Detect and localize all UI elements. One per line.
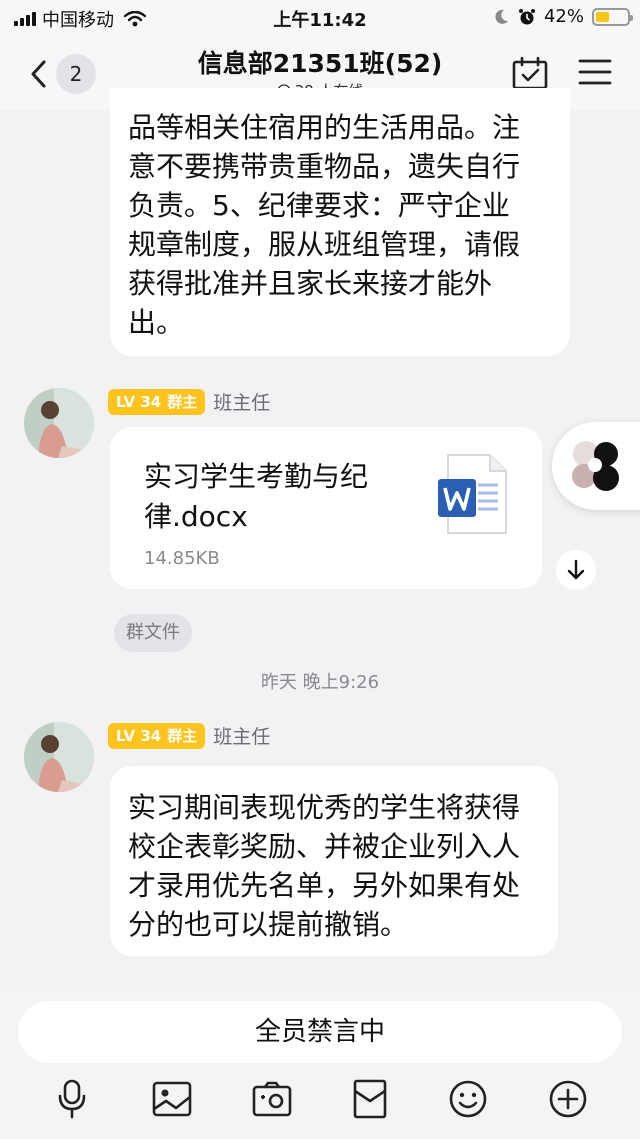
- message-line: 分的也可以提前撤销。: [128, 908, 409, 941]
- file-card[interactable]: 实习学生考勤与纪律.docx 14.85KB: [110, 427, 542, 589]
- plus-icon: [549, 1080, 587, 1118]
- level-badge: LV 34 群主: [108, 388, 206, 415]
- message-line: 才录用优先名单，另外如果有处: [128, 869, 521, 902]
- image-button[interactable]: [150, 1077, 194, 1121]
- more-button[interactable]: [546, 1077, 590, 1121]
- message-timestamp: 昨天 晚上9:26: [260, 672, 380, 693]
- avatar[interactable]: [24, 722, 94, 792]
- input-area: 全员禁言中: [0, 985, 640, 1139]
- avatar[interactable]: [24, 388, 94, 458]
- camera-icon: [252, 1081, 292, 1117]
- sender-info: LV 34 群主 班主任: [108, 388, 270, 415]
- image-icon: [152, 1081, 192, 1117]
- message-line: 品等相关住宿用的生活用品。注: [128, 111, 521, 144]
- red-packet-button[interactable]: [348, 1077, 392, 1121]
- assistant-icon: [572, 441, 619, 491]
- red-packet-icon: [353, 1079, 387, 1119]
- mic-icon: [58, 1079, 86, 1119]
- camera-button[interactable]: [250, 1077, 294, 1121]
- message-line: 意不要携带贵重物品，遗失自行: [128, 150, 521, 183]
- floating-assistant-button[interactable]: [552, 422, 640, 510]
- message-bubble-text[interactable]: 实习期间表现优秀的学生将获得 校企表彰奖励、并被企业列入人 才录用优先名单，另外…: [110, 766, 558, 956]
- emoji-icon: [449, 1080, 487, 1118]
- download-button[interactable]: [556, 550, 596, 590]
- moon-icon: [495, 9, 508, 24]
- avatar-photo: [24, 722, 94, 792]
- status-bar: 中国移动 上午11:42 42%: [0, 0, 640, 36]
- message-line: 校企表彰奖励、并被企业列入人: [128, 830, 521, 863]
- message-line: 规章制度，服从班组管理，请假: [128, 228, 521, 261]
- level-badge: LV 34 群主: [108, 722, 206, 749]
- message-line: 出。: [128, 306, 185, 339]
- sender-name: 班主任: [213, 392, 271, 414]
- sender-info: LV 34 群主 班主任: [108, 722, 270, 749]
- word-doc-icon: [438, 454, 507, 534]
- file-size: 14.85KB: [144, 548, 220, 569]
- mute-notice-bar: 全员禁言中: [18, 1001, 622, 1063]
- menu-button[interactable]: [578, 58, 612, 90]
- message-bubble-text[interactable]: 品等相关住宿用的生活用品。注 意不要携带贵重物品，遗失自行 负责。5、纪律要求：…: [110, 88, 570, 356]
- battery-icon: [592, 7, 633, 26]
- message-line: 获得批准并且家长来接才能外: [128, 267, 493, 300]
- alarm-icon: [518, 8, 535, 24]
- group-file-tag[interactable]: 群文件: [114, 614, 192, 652]
- sender-name: 班主任: [213, 726, 271, 748]
- voice-button[interactable]: [50, 1077, 94, 1121]
- message-line: 实习期间表现优秀的学生将获得: [128, 791, 521, 824]
- file-name: 实习学生考勤与纪律.docx: [144, 460, 369, 533]
- input-toolbar: [0, 1077, 640, 1127]
- battery-percent: 42%: [543, 6, 584, 27]
- emoji-button[interactable]: [446, 1077, 490, 1121]
- hamburger-menu-icon: [578, 59, 612, 85]
- calendar-check-icon: [512, 56, 548, 90]
- avatar-photo: [24, 388, 94, 458]
- download-arrow-icon: [567, 559, 585, 580]
- message-line: 负责。5、纪律要求：严守企业: [128, 189, 510, 222]
